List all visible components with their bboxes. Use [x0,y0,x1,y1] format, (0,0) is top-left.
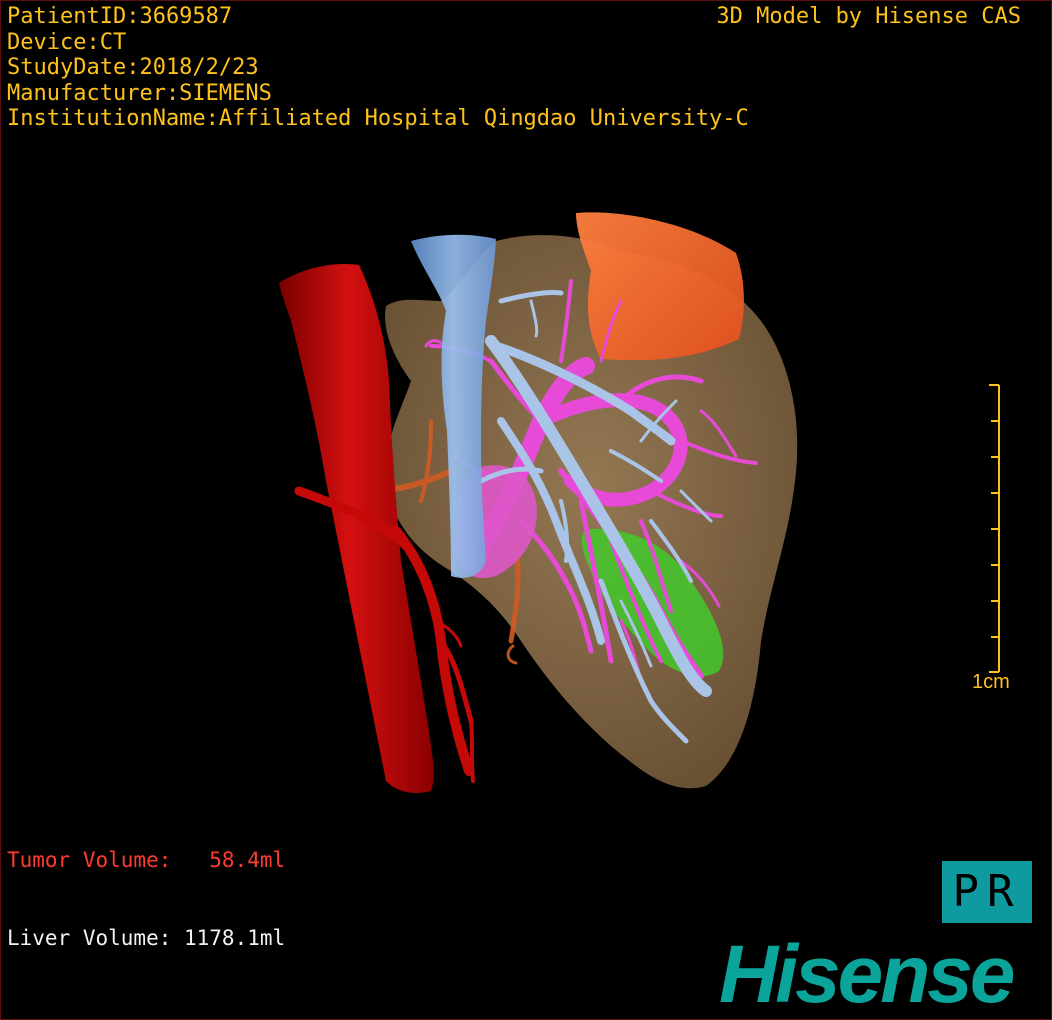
manufacturer: Manufacturer:SIEMENS [7,80,272,106]
gallbladder-shape [576,212,744,361]
patient-info-overlay: PatientID:3669587 Device:CT StudyDate:20… [7,4,749,132]
tumor-volume: Tumor Volume: 58.4ml [7,848,286,872]
liver-volume: Liver Volume: 1178.1ml [7,926,286,950]
study-date: StudyDate:2018/2/23 [7,55,259,80]
patient-id: PatientID:3669587 [7,4,233,29]
hisense-logo: Hisense [719,929,1016,1020]
institution-name: InstitutionName:Affiliated Hospital Qing… [7,106,749,131]
pr-view-button[interactable]: PR [942,861,1032,923]
scale-bar-label: 1cm [972,671,1010,693]
volume-stats: Tumor Volume: 58.4ml Liver Volume: 1178.… [7,795,285,1003]
render-viewport[interactable]: PatientID:3669587 Device:CT StudyDate:20… [0,0,1052,1020]
device-label: Device:CT [7,29,127,55]
model-credit: 3D Model by Hisense CAS [716,4,1021,29]
scale-bar [989,384,1000,673]
